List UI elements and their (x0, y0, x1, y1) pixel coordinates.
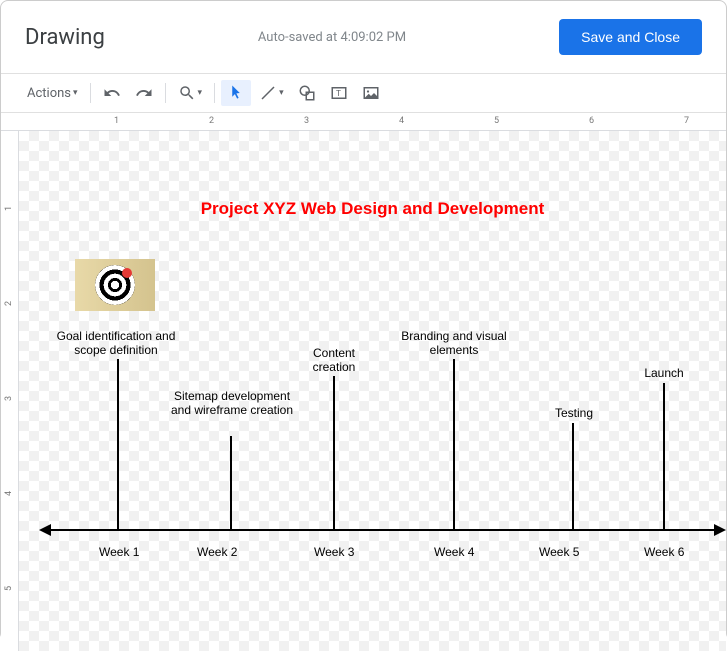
svg-text:T: T (336, 89, 341, 99)
caret-icon: ▾ (279, 88, 284, 98)
ruler-tick: 7 (684, 116, 689, 126)
ruler-tick: 5 (4, 586, 14, 591)
ruler-tick: 2 (4, 301, 14, 306)
canvas-area[interactable]: 1 2 3 4 5 Project XYZ Web Design and Dev… (1, 131, 726, 651)
separator (165, 83, 166, 103)
milestone-label-2[interactable]: Sitemap development and wireframe creati… (167, 389, 297, 417)
toolbar: Actions▾ ▾ ▾ T (1, 74, 726, 113)
redo-button[interactable] (129, 80, 159, 106)
ruler-tick: 1 (4, 206, 14, 211)
ruler-tick: 3 (4, 396, 14, 401)
ruler-tick: 4 (399, 116, 404, 126)
actions-label: Actions (27, 86, 71, 101)
tick-5[interactable] (572, 423, 574, 529)
dialog-title: Drawing (25, 25, 105, 50)
milestone-label-3[interactable]: Content creation (294, 346, 374, 374)
caret-icon: ▾ (198, 88, 203, 98)
shape-tool[interactable] (292, 80, 322, 106)
undo-button[interactable] (97, 80, 127, 106)
tick-4[interactable] (453, 359, 455, 529)
tick-3[interactable] (333, 376, 335, 529)
select-tool[interactable] (221, 80, 251, 106)
zoom-icon (178, 84, 196, 102)
week-label-3[interactable]: Week 3 (314, 545, 354, 559)
ruler-tick: 1 (114, 116, 119, 126)
undo-icon (103, 84, 121, 102)
tick-2[interactable] (230, 436, 232, 529)
target-image[interactable] (75, 259, 155, 311)
redo-icon (135, 84, 153, 102)
milestone-label-4[interactable]: Branding and visual elements (399, 329, 509, 357)
week-label-5[interactable]: Week 5 (539, 545, 579, 559)
actions-menu[interactable]: Actions▾ (21, 82, 84, 105)
drawing-content: Project XYZ Web Design and Development G… (19, 131, 726, 651)
save-and-close-button[interactable]: Save and Close (559, 19, 702, 55)
week-label-2[interactable]: Week 2 (197, 545, 237, 559)
shape-icon (298, 84, 316, 102)
week-label-6[interactable]: Week 6 (644, 545, 684, 559)
autosave-status: Auto-saved at 4:09:02 PM (105, 30, 559, 45)
milestone-label-1[interactable]: Goal identification and scope definition (41, 329, 191, 357)
tick-1[interactable] (117, 359, 119, 529)
drawing-title[interactable]: Project XYZ Web Design and Development (19, 199, 726, 219)
image-icon (362, 84, 380, 102)
textbox-icon: T (330, 84, 348, 102)
target-dart-icon (122, 268, 132, 278)
separator (214, 83, 215, 103)
line-tool[interactable]: ▾ (253, 80, 290, 106)
week-label-1[interactable]: Week 1 (99, 545, 139, 559)
ruler-tick: 6 (589, 116, 594, 126)
week-label-4[interactable]: Week 4 (434, 545, 474, 559)
dialog-header: Drawing Auto-saved at 4:09:02 PM Save an… (1, 1, 726, 74)
zoom-menu[interactable]: ▾ (172, 80, 209, 106)
line-icon (259, 84, 277, 102)
separator (90, 83, 91, 103)
vertical-ruler: 1 2 3 4 5 (1, 131, 19, 651)
cursor-icon (227, 84, 245, 102)
horizontal-ruler: 1 2 3 4 5 6 7 (1, 113, 726, 131)
image-tool[interactable] (356, 80, 386, 106)
ruler-tick: 3 (304, 116, 309, 126)
timeline-arrow[interactable] (49, 529, 716, 531)
ruler-tick: 5 (494, 116, 499, 126)
milestone-label-5[interactable]: Testing (539, 406, 609, 420)
textbox-tool[interactable]: T (324, 80, 354, 106)
ruler-tick: 4 (4, 491, 14, 496)
target-icon (95, 265, 135, 305)
tick-6[interactable] (663, 383, 665, 529)
ruler-tick: 2 (209, 116, 214, 126)
milestone-label-6[interactable]: Launch (629, 366, 699, 380)
caret-icon: ▾ (73, 88, 78, 98)
